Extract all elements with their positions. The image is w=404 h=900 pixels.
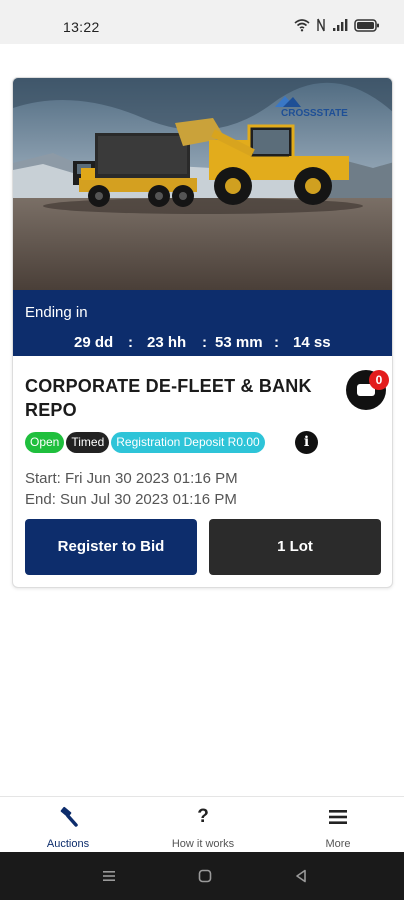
- question-icon: ?: [197, 806, 209, 827]
- cell-signal-icon: [333, 19, 348, 31]
- watchlist-count-badge: 0: [369, 370, 389, 390]
- battery-icon: [354, 18, 379, 32]
- nav-item-how-it-works[interactable]: ? How it works: [148, 797, 258, 853]
- countdown-panel: Ending in 29 dd : 23 hh : 53 mm : 14 ss: [13, 290, 392, 356]
- end-date: End: Sun Jul 30 2023 01:16 PM: [25, 491, 237, 508]
- back-icon[interactable]: [294, 869, 308, 883]
- countdown-minutes: 53 mm: [215, 334, 263, 351]
- status-icons: [294, 18, 380, 32]
- nav-item-more[interactable]: More: [283, 797, 393, 853]
- ending-in-label: Ending in: [25, 304, 88, 321]
- nav-item-auctions[interactable]: Auctions: [13, 797, 123, 853]
- auction-badges: Open Timed Registration Deposit R0.00: [25, 432, 265, 453]
- gavel-icon: [13, 805, 123, 829]
- countdown-separator: :: [202, 334, 207, 351]
- deposit-badge: Registration Deposit R0.00: [111, 432, 265, 453]
- type-badge-timed: Timed: [66, 432, 110, 453]
- countdown-hours: 23 hh: [147, 334, 187, 351]
- auction-card[interactable]: CROSSSTATE Ending in 29 dd : 23 hh : 53 …: [12, 77, 393, 588]
- info-icon[interactable]: i: [295, 431, 318, 454]
- bottom-navigation: Auctions ? How it works More: [0, 796, 404, 852]
- status-bar: 13:22: [0, 0, 404, 44]
- status-badge-open: Open: [25, 432, 65, 453]
- recent-apps-icon[interactable]: [102, 869, 116, 883]
- countdown-timer: 29 dd : 23 hh : 53 mm : 14 ss: [13, 334, 392, 352]
- nav-label-how-it-works: How it works: [171, 838, 235, 850]
- lots-button[interactable]: 1 Lot: [209, 519, 381, 575]
- countdown-seconds: 14 ss: [293, 334, 331, 351]
- register-to-bid-button[interactable]: Register to Bid: [25, 519, 197, 575]
- menu-icon: [283, 805, 393, 829]
- brand-logo: CROSSSTATE: [281, 108, 348, 119]
- countdown-days: 29 dd: [74, 334, 114, 351]
- nav-label-auctions: Auctions: [46, 838, 90, 850]
- home-icon[interactable]: [198, 869, 212, 883]
- system-navigation-bar: [0, 852, 404, 900]
- status-time: 13:22: [63, 19, 100, 35]
- data-signal-icon: [317, 18, 325, 32]
- wifi-icon: [294, 19, 310, 32]
- countdown-separator: :: [274, 334, 279, 351]
- auction-hero-image[interactable]: CROSSSTATE: [13, 78, 392, 290]
- auction-title[interactable]: CORPORATE DE-FLEET & BANK REPO: [25, 374, 325, 422]
- countdown-separator: :: [128, 334, 133, 351]
- start-date: Start: Fri Jun 30 2023 01:16 PM: [25, 470, 238, 487]
- nav-label-more: More: [325, 838, 351, 850]
- auction-dates: Start: Fri Jun 30 2023 01:16 PM End: Sun…: [25, 468, 238, 510]
